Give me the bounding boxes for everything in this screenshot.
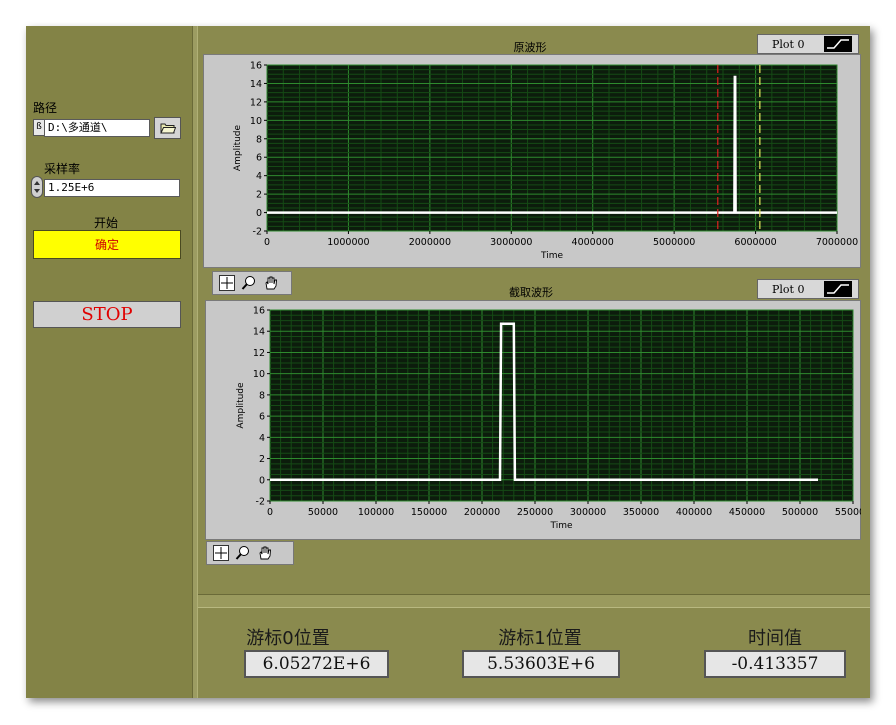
x-tick-label: 400000	[676, 507, 712, 518]
sample-rate-stepper[interactable]	[31, 176, 43, 198]
y-tick-label: 2	[256, 190, 262, 201]
pan-hand-tool-icon[interactable]	[255, 544, 275, 562]
cursor-move-tool-icon[interactable]	[211, 544, 231, 562]
graph-toolbar-captured	[206, 541, 294, 565]
y-axis-label: Amplitude	[233, 124, 243, 171]
sample-rate-label: 采样率	[44, 162, 81, 176]
x-tick-label: 5000000	[653, 237, 695, 248]
y-tick-label: 0	[256, 208, 262, 219]
cursor0-position-label: 游标0位置	[246, 628, 330, 649]
graph-toolbar-original	[212, 271, 292, 295]
start-confirm-button[interactable]: 确定	[33, 230, 181, 259]
y-tick-label: 6	[259, 412, 265, 423]
plot-style-icon	[824, 36, 852, 52]
x-tick-label: 0	[267, 507, 273, 518]
time-value-label: 时间值	[748, 628, 802, 649]
pan-hand-tool-icon[interactable]	[261, 274, 281, 292]
stepper-arrows-icon	[34, 181, 40, 193]
x-tick-label: 3000000	[490, 237, 532, 248]
plot-style-icon	[824, 281, 852, 297]
graph-title-original: 原波形	[513, 41, 547, 54]
x-tick-label: 1000000	[327, 237, 369, 248]
cursor1-position-label: 游标1位置	[498, 628, 582, 649]
y-tick-label: 12	[253, 348, 265, 359]
x-tick-label: 350000	[623, 507, 659, 518]
y-tick-label: 16	[250, 61, 262, 72]
stop-button[interactable]: STOP	[33, 301, 181, 328]
browse-folder-button[interactable]	[154, 117, 181, 139]
cursor0-position-value: 6.05272E+6	[244, 650, 389, 678]
y-tick-label: -2	[256, 497, 265, 508]
x-tick-label: 2000000	[409, 237, 451, 248]
x-tick-label: 500000	[782, 507, 818, 518]
legend-label: Plot 0	[772, 37, 805, 51]
horizontal-splitter[interactable]	[198, 594, 870, 608]
zoom-tool-icon[interactable]	[239, 274, 259, 292]
y-tick-label: 2	[259, 454, 265, 465]
legend-label: Plot 0	[772, 282, 805, 296]
y-tick-label: 6	[256, 153, 262, 164]
y-tick-label: 14	[253, 327, 265, 338]
y-tick-label: -2	[253, 227, 262, 238]
y-tick-label: 16	[253, 306, 265, 317]
y-tick-label: 0	[259, 475, 265, 486]
x-tick-label: 50000	[308, 507, 338, 518]
y-tick-label: 12	[250, 97, 262, 108]
folder-icon	[159, 123, 176, 134]
chart-area-captured[interactable]: 0 50000 100000 150000 200000 250000 300000 3500…	[205, 300, 861, 540]
x-tick-label: 7000000	[816, 237, 858, 248]
cursor-move-tool-icon[interactable]	[217, 274, 237, 292]
x-axis-label: Time	[540, 251, 563, 261]
y-tick-label: 14	[250, 79, 262, 90]
plot-legend-original[interactable]: Plot 0	[757, 34, 859, 54]
x-tick-label: 250000	[517, 507, 553, 518]
x-tick-label: 100000	[358, 507, 394, 518]
plot-legend-captured[interactable]: Plot 0	[757, 279, 859, 299]
x-tick-label: 0	[264, 237, 270, 248]
x-tick-label: 150000	[411, 507, 447, 518]
y-tick-label: 8	[256, 134, 262, 145]
zoom-tool-icon[interactable]	[233, 544, 253, 562]
x-tick-label: 450000	[729, 507, 765, 518]
x-tick-label: 4000000	[572, 237, 614, 248]
x-tick-label: 200000	[464, 507, 500, 518]
x-tick-label: 300000	[570, 507, 606, 518]
time-value-display: -0.413357	[704, 650, 846, 678]
y-tick-label: 10	[250, 116, 262, 127]
path-label: 路径	[33, 101, 58, 115]
path-input[interactable]: D:\多通道\	[44, 119, 150, 137]
start-label: 开始	[94, 216, 119, 230]
chart-area-original[interactable]: 0 1000000 2000000 3000000 4000000 5000000 6000…	[203, 54, 861, 268]
y-tick-label: 8	[259, 390, 265, 401]
cursor1-position-value: 5.53603E+6	[462, 650, 620, 678]
x-tick-label: 550000	[835, 507, 861, 518]
y-tick-label: 10	[253, 369, 265, 380]
sample-rate-input[interactable]: 1.25E+6	[44, 179, 180, 197]
y-tick-label: 4	[259, 433, 265, 444]
x-axis-label: Time	[549, 521, 572, 531]
x-tick-label: 6000000	[734, 237, 776, 248]
graph-title-captured: 截取波形	[509, 286, 553, 299]
y-axis-label: Amplitude	[236, 382, 246, 429]
y-tick-label: 4	[256, 171, 262, 182]
